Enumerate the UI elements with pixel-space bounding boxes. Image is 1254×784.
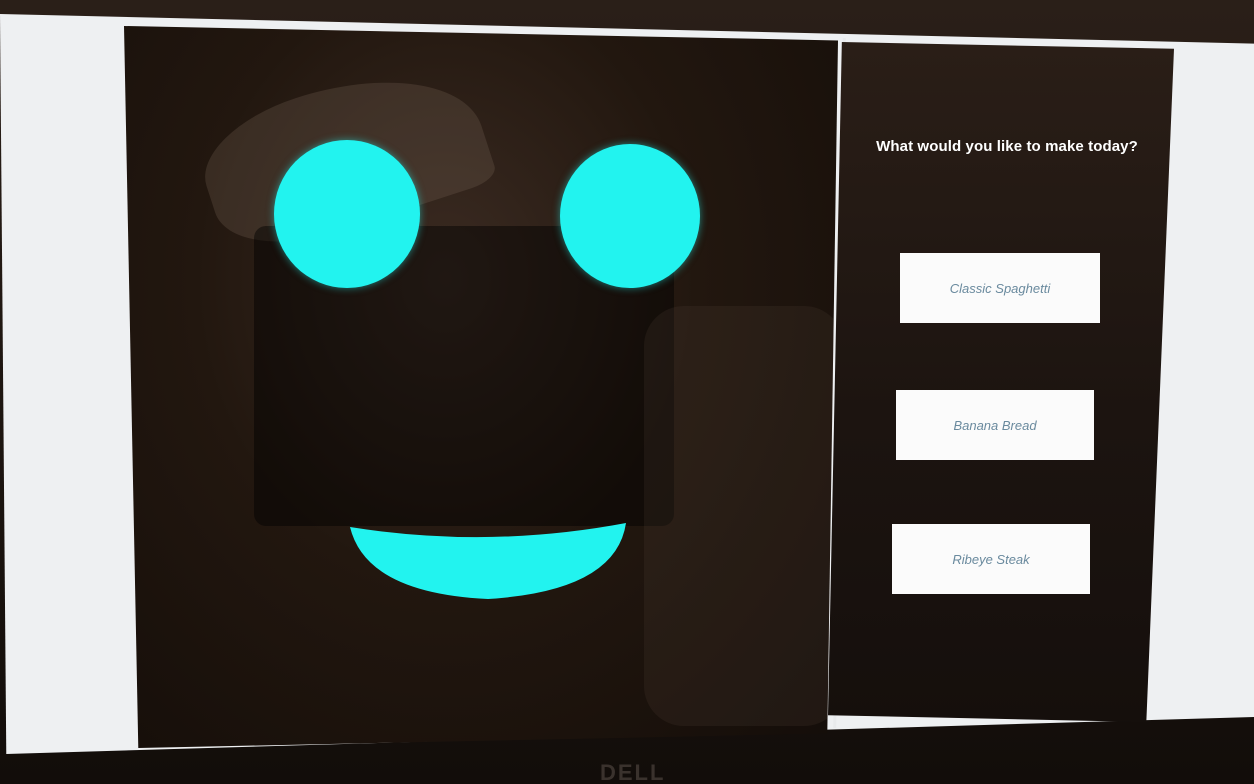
monitor-brand-logo: DELL — [600, 760, 666, 784]
recipe-button-classic-spaghetti[interactable]: Classic Spaghetti — [900, 253, 1100, 323]
recipe-button-ribeye-steak[interactable]: Ribeye Steak — [892, 524, 1090, 594]
robot-face-panel — [124, 26, 838, 748]
menu-title: What would you like to make today? — [876, 138, 1138, 155]
recipe-menu-panel: What would you like to make today? Class… — [828, 42, 1174, 722]
monitor: What would you like to make today? Class… — [0, 0, 1254, 784]
recipe-button-banana-bread[interactable]: Banana Bread — [896, 390, 1094, 460]
smile-mouth — [348, 521, 628, 601]
right-eye — [560, 144, 700, 288]
left-eye — [274, 140, 420, 288]
background-shadow — [644, 306, 838, 726]
